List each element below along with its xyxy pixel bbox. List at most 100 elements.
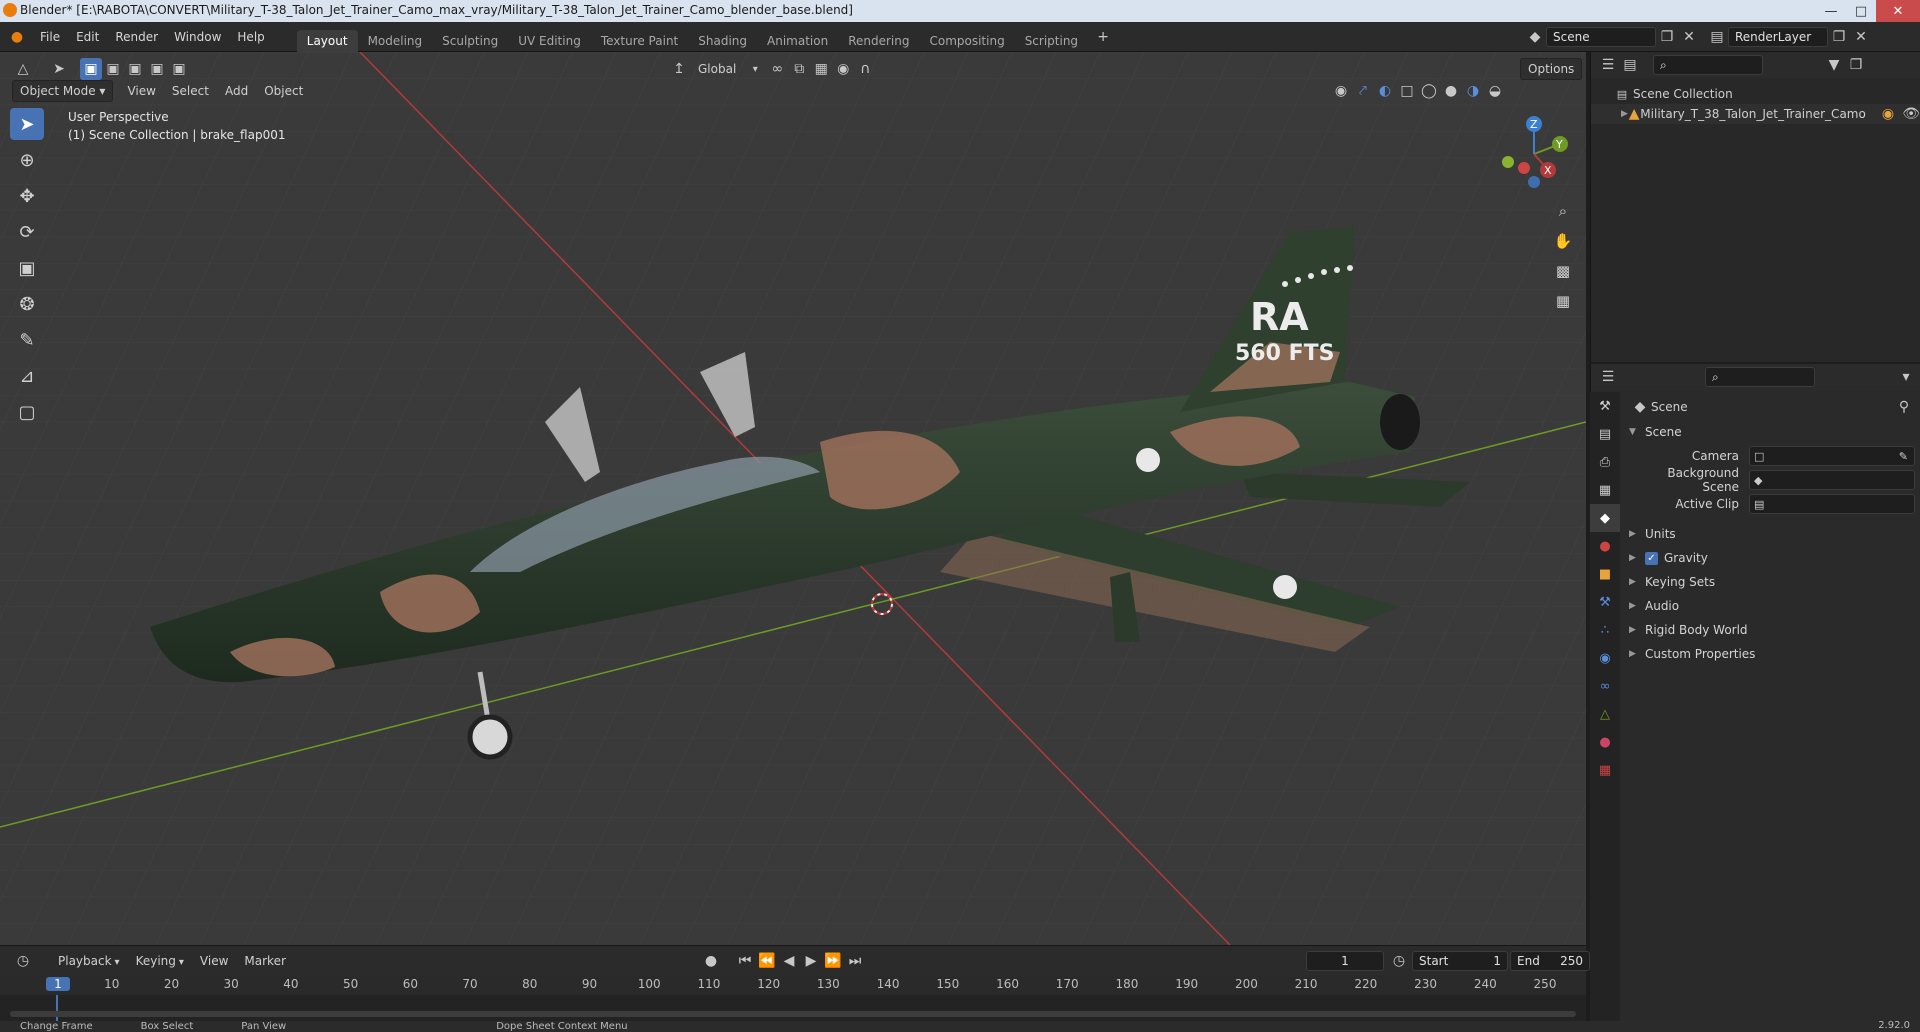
editor-type-icon[interactable]: △ [12,58,34,80]
measure-tool-icon[interactable]: ⊿ [10,360,44,392]
outliner-editor-icon[interactable]: ☰ [1597,54,1619,76]
menu-file[interactable]: File [32,25,68,49]
add-workspace-icon[interactable]: + [1092,26,1114,48]
add-cube-tool-icon[interactable]: ▢ [10,396,44,428]
select-box-subtract-icon[interactable]: ▣ [124,58,146,80]
navigation-gizmo[interactable]: Z Y X [1494,110,1574,190]
tab-animation[interactable]: Animation [757,30,838,52]
maximize-icon[interactable]: □ [1846,0,1876,22]
expand-arrow-icon[interactable]: ▶ [1621,109,1628,119]
delete-renderlayer-icon[interactable]: ✕ [1850,26,1872,48]
view-layer-tab-icon[interactable]: ▦ [1590,476,1620,504]
play-reverse-icon[interactable]: ◀ [778,950,800,972]
rotate-tool-icon[interactable]: ⟳ [10,216,44,248]
tab-shading[interactable]: Shading [688,30,757,52]
renderlayer-field[interactable]: RenderLayer [1728,27,1828,47]
visibility-eye-icon[interactable]: 👁 [1902,103,1920,125]
menu-help[interactable]: Help [229,25,272,49]
snap-target-icon[interactable]: ▦ [810,58,832,80]
scene-panel-header[interactable]: ▼ Scene [1629,420,1915,444]
tab-rendering[interactable]: Rendering [838,30,919,52]
menu-edit[interactable]: Edit [68,25,107,49]
select-tool-icon[interactable]: ➤ [10,108,44,140]
shading-solid-icon[interactable]: ● [1440,80,1462,102]
jump-end-icon[interactable]: ⏭ [844,950,866,972]
visibility-eye-icon[interactable]: ◉ [1330,80,1352,102]
pan-hand-icon[interactable]: ✋ [1548,226,1578,256]
scene-tab-icon[interactable]: ◆ [1590,504,1620,532]
section-units[interactable]: ▶ Units [1629,522,1915,546]
section-custom-properties[interactable]: ▶ Custom Properties [1629,642,1915,666]
new-renderlayer-icon[interactable]: ❐ [1828,26,1850,48]
gizmo-neg-x-axis[interactable] [1518,162,1530,174]
output-tab-icon[interactable]: ⎙ [1590,448,1620,476]
new-collection-icon[interactable]: ❐ [1845,54,1867,76]
tool-tab-icon[interactable]: ⚒ [1590,392,1620,420]
display-mode-icon[interactable]: ▤ [1619,54,1641,76]
scene-field-input[interactable]: □ ✎ [1749,446,1915,466]
transform-orientation-dropdown[interactable]: Global [690,62,744,76]
texture-tab-icon[interactable]: ▦ [1590,756,1620,784]
mode-dropdown[interactable]: Object Mode ▾ [12,80,114,102]
eyedropper-icon[interactable]: ✎ [1899,450,1908,463]
preview-range-icon[interactable]: ◷ [1388,950,1410,972]
object-data-tab-icon[interactable]: △ [1590,700,1620,728]
falloff-icon[interactable]: ∩ [854,58,876,80]
gizmo-neg-y-axis[interactable] [1502,156,1514,168]
close-icon[interactable]: ✕ [1876,0,1920,22]
viewport-menu-select[interactable]: Select [164,84,217,98]
section-gravity[interactable]: ▶ ✓ Gravity [1629,546,1915,570]
gizmo-toggle-icon[interactable]: ⤤ [1352,80,1374,102]
object-tab-icon[interactable]: ■ [1590,560,1620,588]
select-box-extend-icon[interactable]: ▣ [102,58,124,80]
timeline-area[interactable]: 1 10 20 30 40 50 60 70 80 90 100 110 120 130 140 150 160… [0,975,1586,1021]
frame-ruler[interactable]: 1 10 20 30 40 50 60 70 80 90 100 110 120 130 140 150 160… [0,975,1586,995]
scene-field-input[interactable]: ▤ [1749,494,1915,514]
tab-modeling[interactable]: Modeling [358,30,433,52]
filter-icon[interactable]: ▼ [1823,54,1845,76]
timeline-menu-marker[interactable]: Marker [236,954,293,968]
timeline-menu-playback[interactable]: Playback ▾ [50,954,128,968]
scale-tool-icon[interactable]: ▣ [10,252,44,284]
jump-start-icon[interactable]: ⏮ [734,950,756,972]
gizmo-neg-z-axis[interactable] [1528,176,1540,188]
menu-render[interactable]: Render [107,25,166,49]
tab-texture-paint[interactable]: Texture Paint [591,30,688,52]
pin-icon[interactable]: ⚲ [1893,396,1915,418]
delete-scene-icon[interactable]: ✕ [1678,26,1700,48]
shading-rendered-icon[interactable]: ◒ [1484,80,1506,102]
particles-tab-icon[interactable]: ∴ [1590,616,1620,644]
record-keyframe-icon[interactable]: ● [700,950,722,972]
play-icon[interactable]: ▶ [800,950,822,972]
properties-editor-icon[interactable]: ☰ [1597,366,1619,388]
cursor-tool-icon[interactable]: ⊕ [10,144,44,176]
constraints-tab-icon[interactable]: ∞ [1590,672,1620,700]
physics-tab-icon[interactable]: ◉ [1590,644,1620,672]
section-keying-sets[interactable]: ▶ Keying Sets [1629,570,1915,594]
shading-wireframe-icon[interactable]: ◯ [1418,80,1440,102]
next-keyframe-icon[interactable]: ⏩ [822,950,844,972]
overlay-toggle-icon[interactable]: ◐ [1374,80,1396,102]
move-tool-icon[interactable]: ✥ [10,180,44,212]
blender-menu-icon[interactable]: ● [6,26,28,48]
end-frame-field[interactable]: End 250 [1510,951,1590,971]
camera-view-icon[interactable]: ▩ [1548,256,1578,286]
outliner-row-object[interactable]: ▶ ▲ Military_T_38_Talon_Jet_Trainer_Camo… [1591,104,1920,124]
section-rigid-body-world[interactable]: ▶ Rigid Body World [1629,618,1915,642]
gravity-checkbox[interactable]: ✓ [1645,551,1658,565]
section-audio[interactable]: ▶ Audio [1629,594,1915,618]
shading-material-icon[interactable]: ◑ [1462,80,1484,102]
annotate-tool-icon[interactable]: ✎ [10,324,44,356]
viewport-menu-add[interactable]: Add [217,84,256,98]
render-tab-icon[interactable]: ▤ [1590,420,1620,448]
zoom-icon[interactable]: ⌕ [1548,196,1578,226]
select-box-invert-icon[interactable]: ▣ [146,58,168,80]
viewport-menu-object[interactable]: Object [256,84,311,98]
minimize-icon[interactable]: — [1816,0,1846,22]
scene-field-input[interactable]: ◆ [1749,470,1915,490]
start-frame-field[interactable]: Start 1 [1412,951,1508,971]
timeline-menu-view[interactable]: View [192,954,236,968]
xray-toggle-icon[interactable]: □ [1396,80,1418,102]
ortho-grid-icon[interactable]: ▦ [1548,286,1578,316]
chevron-down-icon[interactable]: ▾ [1895,366,1917,388]
